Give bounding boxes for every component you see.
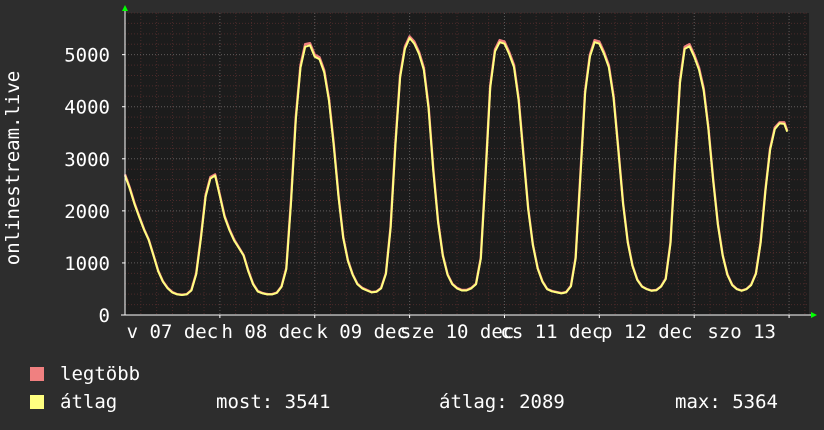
y-axis-label: onlinestream.live <box>2 71 24 265</box>
y-axis-arrow <box>122 5 128 11</box>
legend-item-max: legtöbb <box>30 363 140 385</box>
y-tick-label: 1000 <box>64 253 110 275</box>
legend-label-avg: átlag <box>60 391 118 413</box>
y-tick-label: 0 <box>99 305 110 327</box>
x-axis-arrow <box>811 312 817 318</box>
legend-label-max: legtöbb <box>60 363 141 385</box>
stat-average: átlag: 2089 <box>439 391 565 413</box>
y-tick-labels: 0 1000 2000 3000 4000 5000 <box>64 45 110 327</box>
x-tick-label: v 07 dec <box>127 321 219 343</box>
plot-area <box>125 13 809 315</box>
y-tick-label: 4000 <box>64 97 110 119</box>
x-tick-labels: v 07 dec h 08 dec k 09 decsze 10 deccs 11 … <box>127 321 776 343</box>
x-tick-label: szo 13 <box>707 321 776 343</box>
y-tick-label: 3000 <box>64 149 110 171</box>
x-tick-label: p 12 dec <box>601 321 693 343</box>
y-tick-label: 2000 <box>64 201 110 223</box>
stat-now: most: 3541 <box>216 391 331 413</box>
legend-item-avg: átlag <box>30 391 117 413</box>
x-tick-label: k 09 dec <box>316 321 408 343</box>
stat-max: max: 5364 <box>675 391 778 413</box>
avg-color-swatch <box>30 395 44 409</box>
y-tick-label: 5000 <box>64 45 110 67</box>
x-tick-label: h 08 dec <box>222 321 314 343</box>
max-color-swatch <box>30 367 44 381</box>
x-tick-label: sze 10 dec <box>400 321 514 343</box>
x-tick-label: cs 11 dec <box>500 321 603 343</box>
